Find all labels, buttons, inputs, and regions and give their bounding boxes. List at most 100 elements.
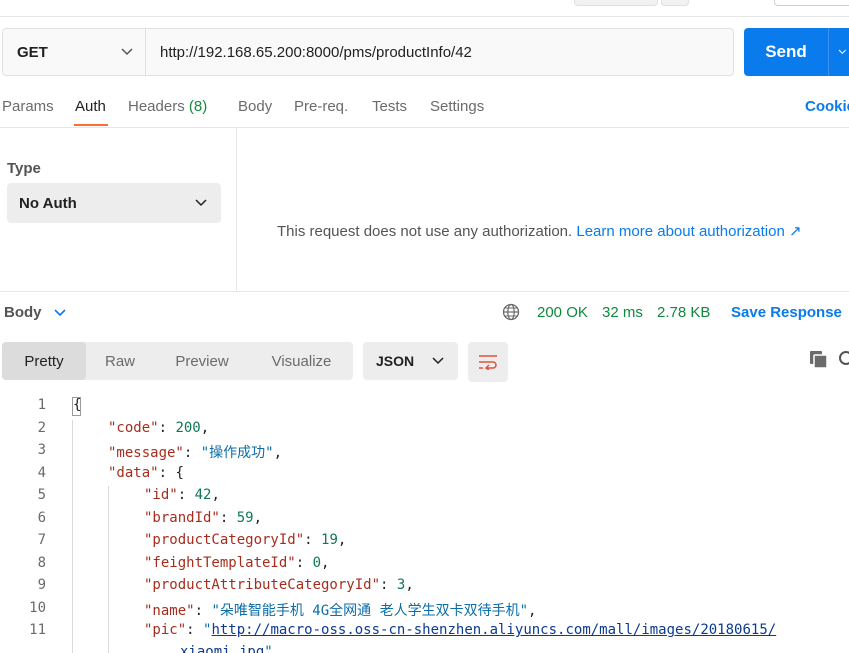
code-line: "brandId": 59, (144, 510, 263, 526)
chevron-down-icon (53, 308, 66, 316)
tab-auth[interactable]: Auth (75, 98, 106, 115)
json-key: "data" (108, 465, 159, 481)
line-number: 7 (37, 532, 46, 548)
send-label: Send (765, 42, 807, 61)
json-number: 200 (175, 420, 201, 436)
json-punct: , (337, 532, 347, 548)
code-line: "message": "操作成功", (108, 445, 283, 461)
json-key: "message" (108, 445, 184, 461)
top-strip-button[interactable] (661, 0, 689, 6)
request-tabs: Params Auth Headers (8) Body Pre-req. Te… (0, 88, 849, 128)
tab-tests[interactable]: Tests (372, 98, 407, 115)
line-number: 3 (37, 442, 46, 458)
json-key: "pic" (144, 622, 187, 638)
view-pretty[interactable]: Pretty (2, 342, 86, 380)
divider (0, 291, 849, 292)
json-punct: , (273, 445, 283, 461)
json-punct: , (211, 487, 220, 503)
wrap-lines-button[interactable] (468, 342, 508, 382)
json-number: 0 (312, 555, 322, 571)
response-body-label: Body (4, 304, 42, 321)
chevron-down-icon (121, 48, 133, 56)
code-line: "productAttributeCategoryId": 3, (144, 577, 414, 593)
code-line: "code": 200, (108, 420, 210, 436)
code-line: "feightTemplateId": 0, (144, 555, 330, 571)
line-number: 4 (37, 465, 46, 481)
url-input[interactable]: http://192.168.65.200:8000/pms/productIn… (146, 29, 733, 75)
response-view-selector: Pretty Raw Preview Visualize (2, 342, 353, 380)
json-punct: , (528, 603, 537, 619)
json-punct: { (167, 465, 184, 481)
top-strip-toggle[interactable] (774, 0, 849, 6)
line-number: 11 (29, 622, 46, 638)
format-select[interactable]: JSON (363, 342, 458, 380)
search-icon[interactable] (838, 350, 849, 370)
line-number: 2 (37, 420, 46, 436)
cookies-link[interactable]: Cookie (805, 98, 849, 115)
code-line: "name": "朵唯智能手机 4G全网通 老人学生双卡双待手机", (144, 603, 537, 619)
response-code-viewer[interactable]: 1 { 2 "code": 200, 3 "message": "操作成功", … (0, 395, 849, 653)
json-key: "productAttributeCategoryId" (144, 577, 381, 593)
globe-icon[interactable] (502, 303, 520, 321)
json-key: "productCategoryId" (144, 532, 305, 548)
response-body-dropdown[interactable]: Body (4, 304, 66, 321)
tab-headers-label: Headers (128, 98, 185, 115)
chevron-down-icon (432, 357, 444, 365)
json-number: 42 (194, 487, 212, 503)
line-number: 5 (37, 487, 46, 503)
json-string: "朵唯智能手机 4G全网通 老人学生双卡双待手机" (211, 603, 529, 619)
top-strip-button[interactable] (574, 0, 658, 6)
json-key: "feightTemplateId" (144, 555, 296, 571)
line-number: 8 (37, 555, 46, 571)
tab-body[interactable]: Body (238, 98, 272, 115)
auth-type-value: No Auth (19, 194, 77, 212)
json-number: 19 (321, 532, 338, 548)
active-tab-indicator (74, 124, 108, 126)
json-link[interactable]: http://macro-oss.oss-cn-shenzhen.aliyunc… (211, 622, 776, 638)
json-punct: , (405, 577, 414, 593)
chevron-down-icon (195, 199, 207, 207)
json-key: "brandId" (144, 510, 220, 526)
json-key: "code" (108, 420, 159, 436)
learn-more-auth-link[interactable]: Learn more about authorization ↗ (576, 223, 801, 240)
json-key: "id" (144, 487, 178, 503)
auth-type-select[interactable]: No Auth (7, 183, 221, 223)
view-visualize[interactable]: Visualize (250, 342, 353, 380)
format-label: JSON (376, 353, 415, 369)
request-url-bar: GET http://192.168.65.200:8000/pms/produ… (2, 28, 734, 76)
tab-params[interactable]: Params (2, 98, 54, 115)
response-size[interactable]: 2.78 KB (657, 304, 710, 321)
send-button[interactable]: Send (744, 28, 849, 76)
chevron-down-icon[interactable] (829, 48, 847, 56)
wrap-lines-icon (479, 355, 497, 370)
auth-message-text: This request does not use any authorizat… (277, 223, 573, 240)
json-punct: , (200, 420, 210, 436)
line-number: 6 (37, 510, 46, 526)
tab-headers[interactable]: Headers (8) (128, 98, 207, 115)
view-raw[interactable]: Raw (86, 342, 154, 380)
json-link[interactable]: xiaomi.jpg (180, 644, 264, 653)
json-punct: , (253, 510, 263, 526)
auth-type-panel: Type No Auth (0, 128, 237, 291)
method-select[interactable]: GET (3, 29, 146, 75)
code-line: "data": { (108, 465, 184, 481)
response-status[interactable]: 200 OK (537, 304, 588, 321)
view-preview[interactable]: Preview (154, 342, 250, 380)
response-time[interactable]: 32 ms (602, 304, 643, 321)
code-line-wrapped: xiaomi.jpg" (180, 644, 273, 653)
top-toolbar-strip (0, 0, 849, 17)
line-number: 9 (37, 577, 46, 593)
tab-settings[interactable]: Settings (430, 98, 484, 115)
json-number: 59 (236, 510, 254, 526)
copy-icon[interactable] (809, 350, 829, 370)
code-line: "pic": "http://macro-oss.oss-cn-shenzhen… (144, 622, 777, 638)
json-key: "name" (144, 603, 195, 619)
tab-pre-request[interactable]: Pre-req. (294, 98, 348, 115)
type-label: Type (7, 160, 41, 177)
auth-info-message: This request does not use any authorizat… (277, 222, 802, 240)
method-label: GET (17, 43, 48, 61)
line-number: 10 (29, 600, 46, 616)
code-line: "id": 42, (144, 487, 220, 503)
code-line: "productCategoryId": 19, (144, 532, 347, 548)
save-response-button[interactable]: Save Response (731, 304, 842, 321)
